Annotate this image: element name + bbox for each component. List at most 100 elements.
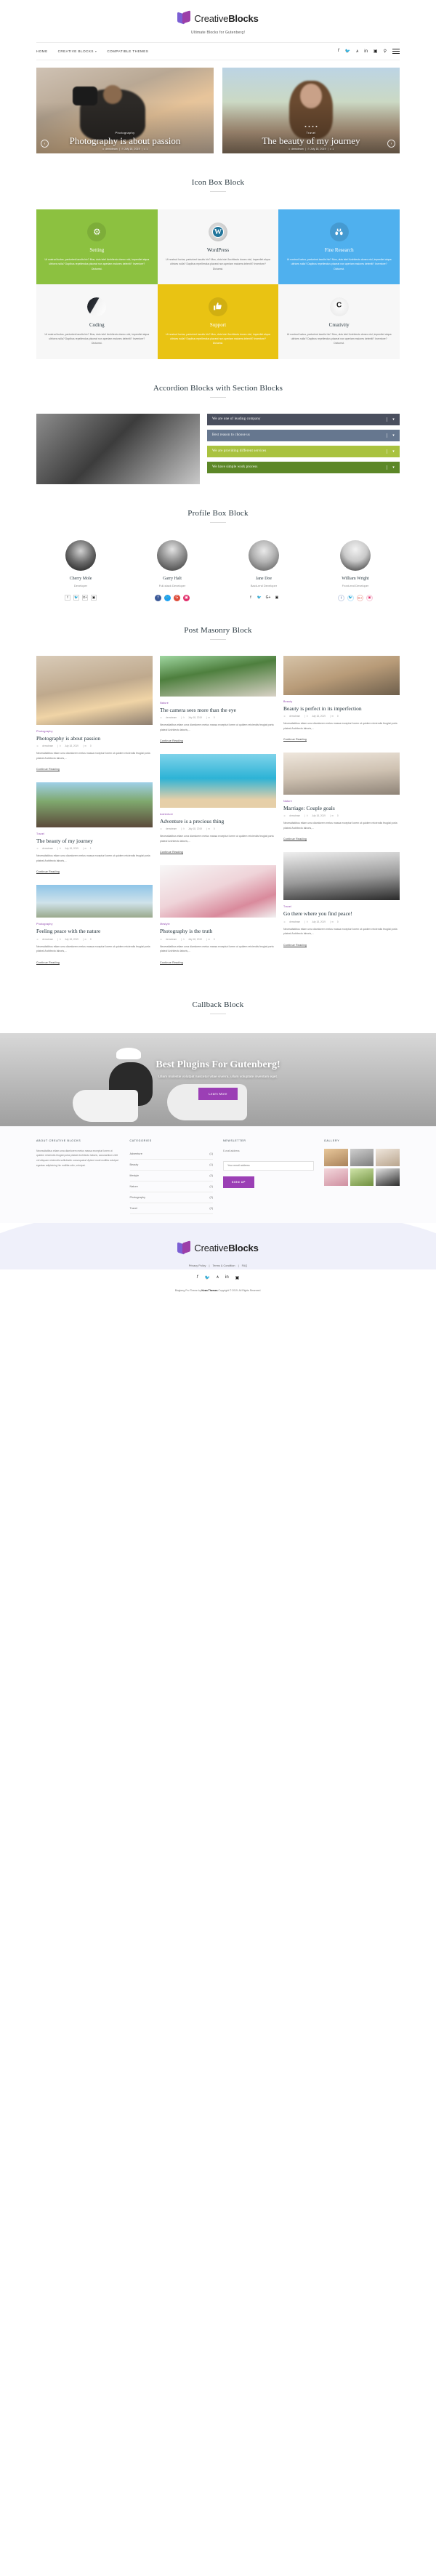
post-card[interactable]: Photography Photography is about passion ☺… (36, 655, 153, 774)
gallery-thumb[interactable] (350, 1148, 374, 1166)
accordion-item-1[interactable]: We are one of leading company ▾ (207, 413, 400, 425)
post-thumbnail[interactable] (283, 852, 400, 901)
post-card[interactable]: Travel The beauty of my journey ☺ demoteam… (36, 782, 153, 876)
profile-card[interactable]: Garry Halt Full-stack Developer f 🐦 G ▣ (128, 539, 217, 601)
post-title[interactable]: Feeling peace with the nature (36, 928, 153, 934)
chevron-down-icon[interactable]: ▾ (387, 417, 395, 422)
footer-link-terms[interactable]: Terms & Condition (213, 1264, 235, 1267)
instagram-icon[interactable]: ▣ (374, 49, 378, 54)
google-plus-icon[interactable]: G (174, 594, 180, 601)
post-title[interactable]: Go there where you find peace! (283, 910, 400, 917)
search-icon[interactable]: ⚲ (384, 49, 387, 54)
hero-slide[interactable]: ‹ Photography Photography is about passi… (36, 68, 214, 153)
footer-category-row[interactable]: Adventure (1) (129, 1149, 213, 1160)
hamburger-icon[interactable] (392, 47, 400, 55)
continue-reading-link[interactable]: Continue Reading (283, 838, 307, 840)
twitter-icon[interactable]: 🐦 (73, 594, 79, 601)
google-plus-icon[interactable]: G+ (357, 594, 363, 601)
footer-category-row[interactable]: Travel (2) (129, 1203, 213, 1214)
accordion-item-4[interactable]: We have simple work process ▾ (207, 461, 400, 473)
continue-reading-link[interactable]: Continue Reading (160, 851, 183, 854)
post-title[interactable]: Marriage: Couple goals (283, 805, 400, 811)
post-title[interactable]: Photography is about passion (36, 735, 153, 742)
chevron-down-icon[interactable]: ▾ (387, 449, 395, 454)
twitter-icon[interactable]: 🐦 (347, 594, 354, 601)
instagram-icon[interactable]: ▣ (366, 594, 373, 601)
facebook-icon[interactable]: f (338, 594, 344, 601)
instagram-icon[interactable]: ▣ (235, 1275, 240, 1280)
post-card[interactable]: lifestyle Photography is the truth ☺ demot… (160, 865, 276, 966)
post-thumbnail[interactable] (36, 782, 153, 828)
pinterest-icon[interactable]: ᴀ (356, 49, 358, 54)
slide-title[interactable]: Photography is about passion (36, 135, 214, 146)
footer-link-faq[interactable]: FAQ (242, 1264, 248, 1267)
facebook-icon[interactable]: 𝑓 (197, 1275, 198, 1280)
slider-dots[interactable] (304, 126, 318, 127)
nav-item-compatible-themes[interactable]: COMPATIBLE THEMES (107, 49, 148, 53)
facebook-icon[interactable]: f (248, 595, 254, 601)
continue-reading-link[interactable]: Continue Reading (36, 870, 60, 873)
hero-slider[interactable]: ‹ Photography Photography is about passi… (36, 68, 400, 153)
post-category[interactable]: Beauty (283, 700, 400, 703)
newsletter-email-input[interactable] (223, 1160, 314, 1171)
post-card[interactable]: Nature The camera sees more than the eye ☺… (160, 655, 276, 745)
icon-box-setting[interactable]: ⚙ Setting Ut nostrud luctus, parturient … (36, 209, 158, 284)
post-category[interactable]: Photography (36, 730, 153, 733)
post-card[interactable]: Adventure Adventure is a precious thing ☺ … (160, 754, 276, 856)
post-thumbnail[interactable] (283, 655, 400, 695)
post-title[interactable]: Beauty is perfect in its imperfection (283, 705, 400, 712)
icon-box-creativity[interactable]: Creativity Ut nostrud luctus, parturient… (278, 284, 400, 359)
post-title[interactable]: The camera sees more than the eye (160, 707, 276, 713)
post-category[interactable]: Travel (283, 905, 400, 908)
post-card[interactable]: Nature Marriage: Couple goals ☺ demoteam |… (283, 753, 400, 843)
pinterest-icon[interactable]: ᴀ (217, 1275, 219, 1280)
post-card[interactable]: Photography Feeling peace with the nature… (36, 885, 153, 966)
slide-category[interactable]: Travel (222, 131, 400, 135)
footer-category-row[interactable]: lifestyle (2) (129, 1171, 213, 1181)
post-thumbnail[interactable] (160, 655, 276, 697)
post-thumbnail[interactable] (36, 655, 153, 725)
facebook-icon[interactable]: f (155, 594, 161, 601)
google-plus-icon[interactable]: G+ (265, 595, 271, 601)
nav-item-creative-blocks[interactable]: CREATIVE BLOCKS ▾ (58, 49, 97, 53)
gallery-thumb[interactable] (376, 1148, 400, 1166)
profile-card[interactable]: Jane Doe Back-end Developer f 🐦 G+ ▣ (219, 539, 308, 601)
accordion-item-3[interactable]: We are providing different services ▾ (207, 445, 400, 457)
facebook-icon[interactable]: f (65, 594, 70, 601)
footer-category-row[interactable]: Nature (1) (129, 1181, 213, 1192)
hero-slide[interactable]: › Travel The beauty of my journey ☺ demo… (222, 68, 400, 153)
post-card[interactable]: Beauty Beauty is perfect in its imperfect… (283, 655, 400, 744)
learn-more-button[interactable]: Learn More (198, 1087, 238, 1100)
post-thumbnail[interactable] (160, 754, 276, 808)
google-plus-icon[interactable]: G+ (82, 594, 88, 601)
post-title[interactable]: The beauty of my journey (36, 838, 153, 844)
instagram-icon[interactable]: ▣ (274, 595, 280, 601)
post-title[interactable]: Adventure is a precious thing (160, 818, 276, 824)
post-title[interactable]: Photography is the truth (160, 928, 276, 934)
slide-category[interactable]: Photography (36, 131, 214, 135)
post-category[interactable]: Nature (283, 800, 400, 803)
twitter-icon[interactable]: 🐦 (164, 594, 171, 601)
twitter-icon[interactable]: 🐦 (257, 595, 262, 601)
twitter-icon[interactable]: 🐦 (345, 49, 350, 54)
continue-reading-link[interactable]: Continue Reading (36, 961, 60, 964)
icon-box-wordpress[interactable]: WordPress Ut nostrud luctus, parturient … (157, 209, 279, 284)
continue-reading-link[interactable]: Continue Reading (283, 738, 307, 741)
post-thumbnail[interactable] (283, 753, 400, 795)
instagram-icon[interactable]: ▣ (91, 594, 97, 601)
post-thumbnail[interactable] (36, 885, 153, 918)
twitter-icon[interactable]: 🐦 (205, 1275, 210, 1280)
slide-title[interactable]: The beauty of my journey (222, 135, 400, 146)
instagram-icon[interactable]: ▣ (183, 594, 190, 601)
gallery-thumb[interactable] (376, 1168, 400, 1186)
footer-category-row[interactable]: Photography (2) (129, 1192, 213, 1203)
post-category[interactable]: Adventure (160, 813, 276, 816)
profile-card[interactable]: William Wright Front-end Developer f 🐦 G… (311, 539, 400, 601)
post-category[interactable]: lifestyle (160, 923, 276, 926)
gallery-thumb[interactable] (323, 1148, 348, 1166)
icon-box-support[interactable]: Support Ut nostrud luctus, parturient ia… (157, 284, 279, 359)
facebook-icon[interactable]: 𝑓 (338, 49, 339, 54)
newsletter-signup-button[interactable]: SIGN UP (223, 1176, 254, 1188)
chevron-down-icon[interactable]: ▾ (387, 433, 395, 438)
footer-category-row[interactable]: Beauty (1) (129, 1160, 213, 1171)
